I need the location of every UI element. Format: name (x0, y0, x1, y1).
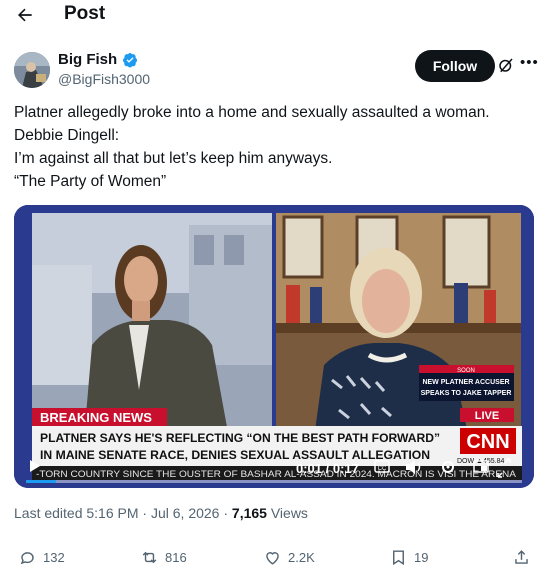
promo-line-2: SPEAKS TO JAKE TAPPER (421, 390, 512, 397)
post-line: Debbie Dingell: (14, 127, 120, 144)
bookmark-icon (393, 550, 404, 566)
svg-text:CC: CC (378, 466, 387, 472)
breaking-news-label: BREAKING NEWS (40, 410, 152, 425)
heart-icon (266, 552, 279, 565)
reply-count: 132 (43, 550, 65, 565)
like-button[interactable]: 2.2K (263, 548, 315, 567)
post-text: Platner allegedly broke into a home and … (14, 101, 544, 193)
back-arrow-icon[interactable] (14, 5, 36, 25)
page-title: Post (64, 3, 106, 24)
views-count: 7,165 (231, 505, 267, 521)
video-frame[interactable]: SOON NEW PLATNER ACCUSER SPEAKS TO JAKE … (14, 205, 534, 488)
avatar[interactable] (14, 52, 50, 88)
like-count: 2.2K (288, 550, 315, 565)
reply-button[interactable]: 132 (18, 548, 65, 567)
promo-line-1: NEW PLATNER ACCUSER (422, 379, 509, 386)
post-line: Platner allegedly broke into a home and … (14, 104, 490, 121)
post-meta: Last edited 5:16 PM · Jul 6, 2026 · 7,16… (14, 505, 308, 521)
reply-icon (20, 552, 34, 565)
headline-line-1: PLATNER SAYS HE'S REFLECTING “ON THE BES… (40, 431, 440, 445)
video-progress-track[interactable] (26, 480, 522, 483)
post-line: “The Party of Women” (14, 173, 167, 190)
edited-timestamp[interactable]: Last edited 5:16 PM · Jul 6, 2026 · (14, 505, 232, 521)
action-bar: 132 816 2.2K 19 (0, 548, 558, 578)
views-label: Views (266, 505, 308, 521)
video-player[interactable]: SOON NEW PLATNER ACCUSER SPEAKS TO JAKE … (14, 205, 534, 488)
share-icon (515, 550, 528, 564)
bookmark-count: 19 (414, 550, 429, 565)
bookmark-button[interactable]: 19 (389, 548, 428, 567)
cnn-logo: CNN (466, 431, 509, 453)
repost-count: 816 (165, 550, 187, 565)
author-name[interactable]: Big Fish (58, 51, 117, 68)
repost-button[interactable]: 816 (140, 548, 187, 567)
verified-badge-icon (123, 52, 138, 67)
grok-icon[interactable] (497, 56, 515, 74)
live-badge: LIVE (475, 410, 499, 422)
share-button[interactable] (512, 548, 531, 567)
author-handle[interactable]: @BigFish3000 (58, 71, 150, 87)
video-time: 0:01 / 0:17 (296, 461, 359, 476)
author-name-row[interactable]: Big Fish (58, 51, 138, 68)
more-options-icon[interactable]: ••• (520, 54, 539, 71)
video-progress-fill (26, 480, 56, 483)
headline-line-2: IN MAINE SENATE RACE, DENIES SEXUAL ASSA… (40, 448, 430, 462)
follow-button[interactable]: Follow (415, 50, 495, 82)
repost-icon (142, 551, 157, 564)
post-line: I’m against all that but let’s keep him … (14, 150, 333, 167)
